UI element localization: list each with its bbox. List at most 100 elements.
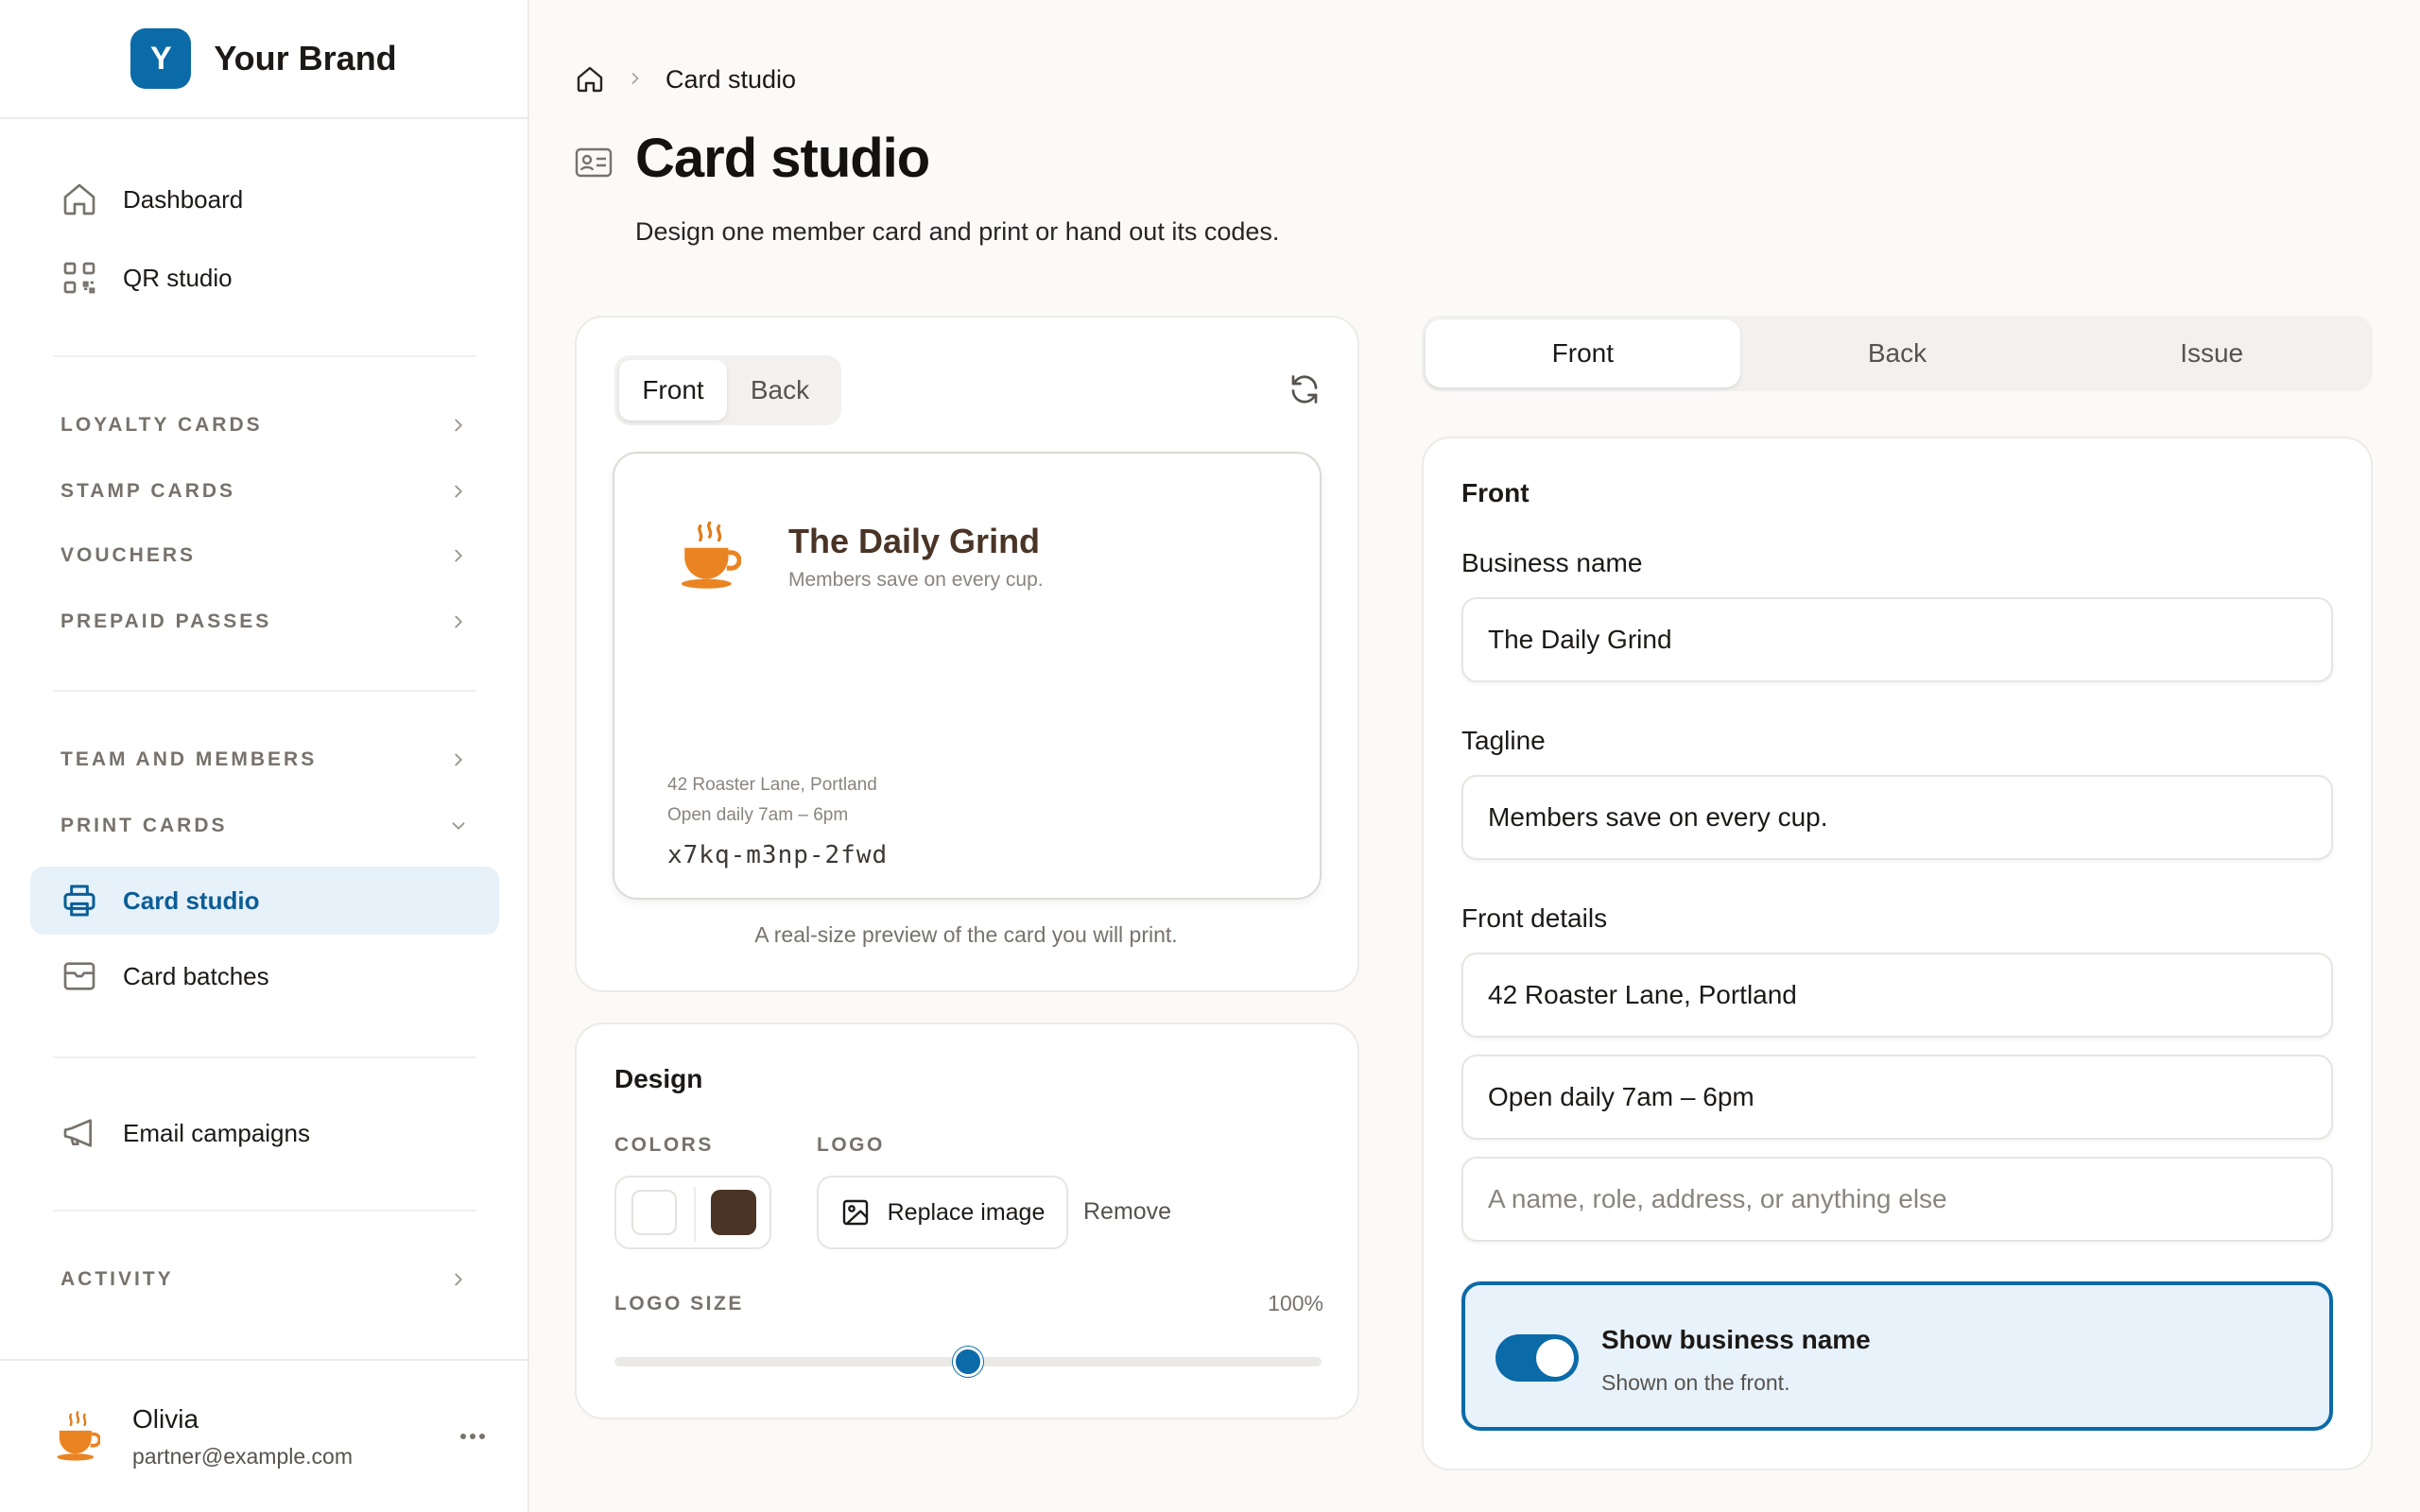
chevron-right-icon xyxy=(455,549,463,562)
business-name-input[interactable]: The Daily Grind xyxy=(1461,597,2333,682)
color-swatch-background[interactable] xyxy=(631,1190,677,1235)
replace-image-button[interactable]: Replace image xyxy=(817,1176,1068,1249)
remove-logo-button[interactable]: Remove xyxy=(1083,1198,1171,1226)
sidebar-item-card-studio[interactable]: Card studio xyxy=(30,867,499,935)
id-card-icon xyxy=(575,147,613,178)
card-business-name: The Daily Grind xyxy=(788,522,1041,560)
sidebar-section-prepaid-passes[interactable]: PREPAID PASSES xyxy=(60,603,469,641)
chevron-down-icon xyxy=(452,822,465,831)
preview-side-toggle: Front Back xyxy=(614,355,841,425)
show-business-name-option[interactable]: Show business name Shown on the front. xyxy=(1461,1281,2333,1431)
tagline-label: Tagline xyxy=(1461,726,1546,755)
page-subtitle: Design one member card and print or hand… xyxy=(635,217,1280,246)
sidebar-section-loyalty-cards[interactable]: LOYALTY CARDS xyxy=(60,406,469,444)
image-icon xyxy=(842,1199,868,1226)
sidebar-item-dashboard[interactable]: Dashboard xyxy=(30,165,499,233)
logo-size-label: LOGO SIZE xyxy=(614,1293,744,1314)
show-business-name-toggle[interactable] xyxy=(1495,1334,1579,1382)
breadcrumb-current: Card studio xyxy=(666,64,797,94)
sidebar-divider xyxy=(53,1057,476,1058)
home-icon xyxy=(63,183,95,215)
sidebar-item-label: Dashboard xyxy=(123,184,244,214)
section-label: PREPAID PASSES xyxy=(60,610,272,632)
user-name: Olivia xyxy=(132,1404,199,1434)
user-profile[interactable]: Olivia partner@example.com xyxy=(0,1359,527,1512)
toggle-knob xyxy=(1536,1339,1574,1377)
toggle-title: Show business name xyxy=(1601,1325,1871,1354)
chevron-right-icon xyxy=(631,72,639,84)
sidebar-item-card-batches[interactable]: Card batches xyxy=(30,942,499,1010)
chevron-right-icon xyxy=(455,419,463,432)
toggle-subtitle: Shown on the front. xyxy=(1601,1370,1790,1395)
colors-label: COLORS xyxy=(614,1134,714,1156)
section-label: PRINT CARDS xyxy=(60,815,228,836)
sidebar-item-label: Card batches xyxy=(123,961,269,990)
section-label: STAMP CARDS xyxy=(60,480,236,502)
sidebar-item-qr-studio[interactable]: QR studio xyxy=(30,244,499,312)
chevron-right-icon xyxy=(455,615,463,628)
megaphone-icon xyxy=(63,1119,92,1147)
preview-back-button[interactable]: Back xyxy=(727,360,833,421)
breadcrumb: Card studio xyxy=(575,60,796,98)
section-label: ACTIVITY xyxy=(60,1268,174,1290)
sidebar-item-email-campaigns[interactable]: Email campaigns xyxy=(30,1099,499,1167)
front-detail-input-1[interactable]: 42 Roaster Lane, Portland xyxy=(1461,953,2333,1038)
sidebar-section-stamp-cards[interactable]: STAMP CARDS xyxy=(60,472,469,510)
preview-front-button[interactable]: Front xyxy=(619,360,727,421)
preview-caption: A real-size preview of the card you will… xyxy=(754,922,1178,947)
brand-logo: Y xyxy=(130,28,192,89)
sidebar: Y Your Brand Dashboard QR studio LOYALTY… xyxy=(0,0,529,1512)
business-name-label: Business name xyxy=(1461,548,1643,577)
sidebar-divider xyxy=(53,690,476,692)
sidebar-divider xyxy=(53,355,476,357)
form-heading: Front xyxy=(1461,478,1530,507)
logo-size-slider-handle[interactable] xyxy=(953,1347,983,1377)
tab-issue[interactable]: Issue xyxy=(2054,319,2369,387)
color-picker xyxy=(614,1176,771,1249)
page-title: Card studio xyxy=(635,128,930,189)
sidebar-item-label: Email campaigns xyxy=(123,1118,310,1147)
design-title: Design xyxy=(614,1064,703,1093)
coffee-cup-logo-icon xyxy=(681,521,741,589)
front-detail-input-2[interactable]: Open daily 7am – 6pm xyxy=(1461,1055,2333,1140)
front-details-label: Front details xyxy=(1461,903,1608,933)
color-swatch-text[interactable] xyxy=(711,1190,756,1235)
chevron-right-icon xyxy=(455,1273,463,1286)
replace-image-label: Replace image xyxy=(887,1198,1046,1226)
home-icon[interactable] xyxy=(575,64,605,94)
brand-header[interactable]: Y Your Brand xyxy=(0,0,527,119)
sidebar-section-activity[interactable]: ACTIVITY xyxy=(60,1261,469,1298)
coffee-cup-avatar-icon xyxy=(57,1411,100,1461)
user-email: partner@example.com xyxy=(132,1444,353,1469)
chevron-right-icon xyxy=(455,753,463,766)
logo-size-value: 100% xyxy=(1268,1291,1323,1315)
card-tagline: Members save on every cup. xyxy=(788,569,1044,591)
sidebar-item-label: QR studio xyxy=(123,263,233,292)
editor-tabs: Front Back Issue xyxy=(1422,316,2373,391)
inbox-icon xyxy=(63,962,95,990)
chevron-right-icon xyxy=(455,485,463,498)
front-detail-input-3[interactable]: A name, role, address, or anything else xyxy=(1461,1157,2333,1242)
tab-back[interactable]: Back xyxy=(1740,319,2055,387)
brand-name: Your Brand xyxy=(214,39,397,77)
refresh-icon[interactable] xyxy=(1288,372,1322,406)
card-code: x7kq-m3np-2fwd xyxy=(667,841,889,869)
sidebar-divider xyxy=(53,1210,476,1211)
sidebar-section-print-cards[interactable]: PRINT CARDS xyxy=(60,807,469,845)
printer-icon xyxy=(63,885,95,917)
sidebar-section-team-and-members[interactable]: TEAM AND MEMBERS xyxy=(60,741,469,779)
section-label: LOYALTY CARDS xyxy=(60,414,263,436)
sidebar-section-vouchers[interactable]: VOUCHERS xyxy=(60,537,469,575)
qr-code-icon xyxy=(63,262,95,294)
section-label: TEAM AND MEMBERS xyxy=(60,748,318,770)
tagline-input[interactable]: Members save on every cup. xyxy=(1461,775,2333,860)
card-detail-line: 42 Roaster Lane, Portland xyxy=(667,775,877,795)
section-label: VOUCHERS xyxy=(60,544,197,566)
more-options-icon[interactable] xyxy=(458,1423,488,1450)
card-detail-line: Open daily 7am – 6pm xyxy=(667,805,849,825)
logo-label: LOGO xyxy=(817,1134,885,1156)
swatch-divider xyxy=(694,1187,696,1242)
sidebar-item-label: Card studio xyxy=(123,885,260,915)
tab-front[interactable]: Front xyxy=(1426,319,1740,387)
card-preview: The Daily Grind Members save on every cu… xyxy=(613,452,1322,900)
